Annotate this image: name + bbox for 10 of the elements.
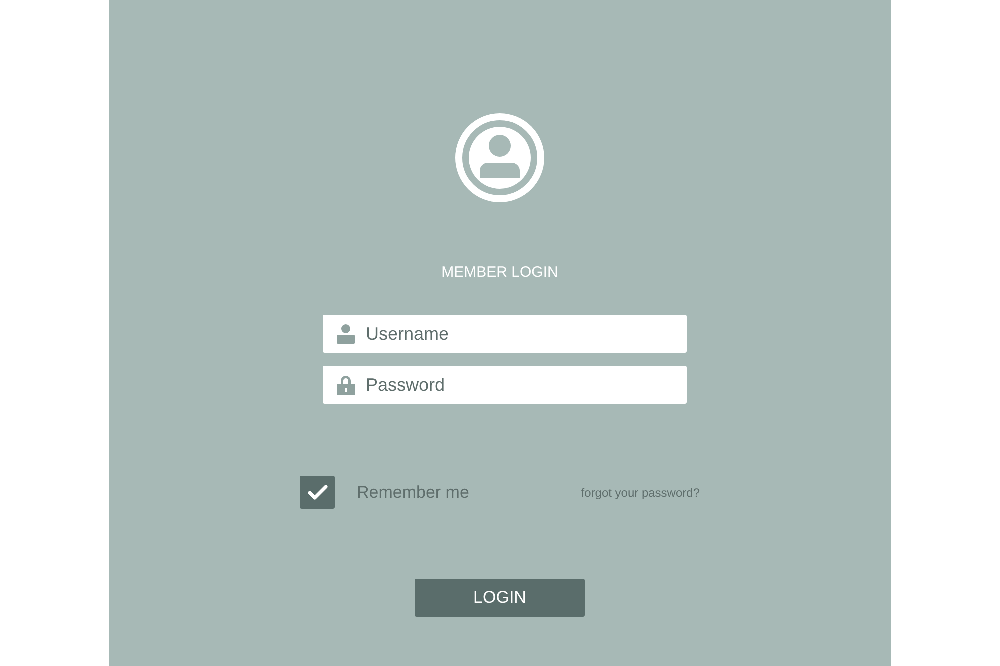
user-icon — [337, 324, 355, 344]
login-button[interactable]: LOGIN — [415, 579, 585, 617]
remember-label: Remember me — [357, 482, 470, 504]
lock-icon — [337, 375, 355, 395]
check-icon — [308, 484, 328, 500]
login-title: MEMBER LOGIN — [442, 263, 558, 283]
input-field[interactable]: Password — [323, 366, 687, 404]
checkbox[interactable] — [300, 476, 335, 509]
input-field[interactable]: Username — [323, 315, 687, 353]
avatar-icon — [455, 113, 545, 203]
